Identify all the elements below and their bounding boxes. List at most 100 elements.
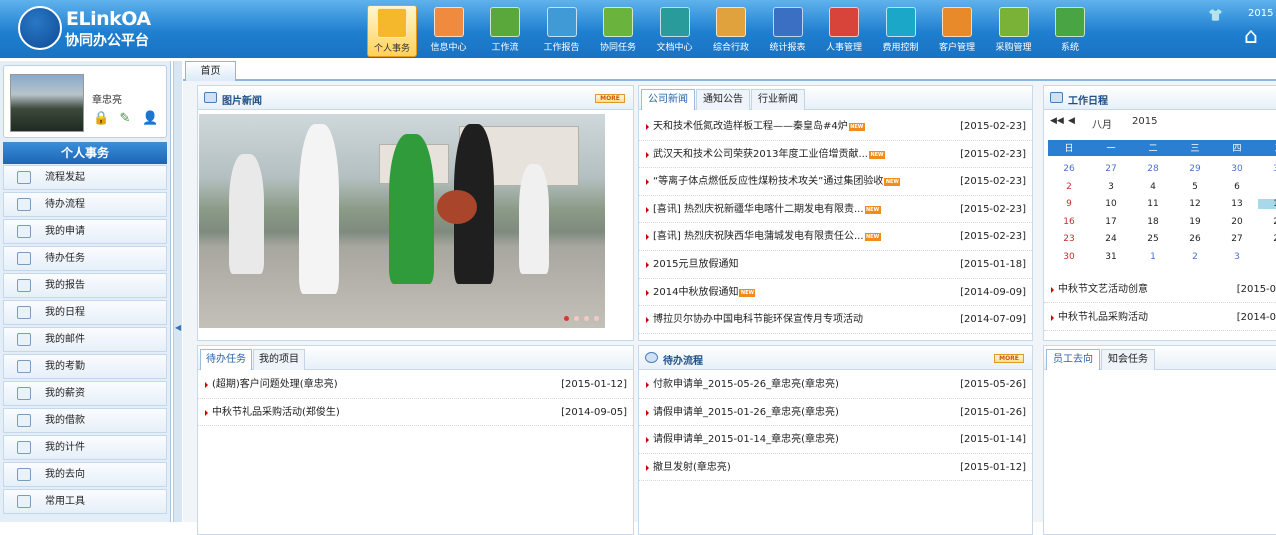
nav-item-9[interactable]: 人事管理 bbox=[819, 5, 869, 57]
nav-item-7[interactable]: 综合行政 bbox=[706, 5, 756, 57]
sidebar-collapse-handle[interactable]: ◀ bbox=[173, 61, 182, 522]
list-item[interactable]: 天和技术低氮改造样板工程——秦皇岛#4炉 NEW [2015-02-23] bbox=[639, 113, 1032, 141]
calendar-day[interactable]: 23 bbox=[1048, 234, 1090, 244]
list-item[interactable]: 武汉天和技术公司荣获2013年度工业倍增贡献... NEW [2015-02-23] bbox=[639, 141, 1032, 169]
user-icon[interactable]: 👤 bbox=[142, 112, 158, 126]
calendar-day[interactable]: 21 bbox=[1258, 217, 1276, 227]
nav-item-6[interactable]: 文档中心 bbox=[650, 5, 700, 57]
sidebar-item[interactable]: 待办任务 bbox=[3, 246, 167, 271]
sidebar-item[interactable]: 待办流程 bbox=[3, 192, 167, 217]
calendar-day[interactable]: 31 bbox=[1090, 252, 1132, 262]
tab-home[interactable]: 首页 bbox=[185, 61, 236, 81]
list-item[interactable]: [喜讯] 热烈庆祝新疆华电喀什二期发电有限责... NEW [2015-02-23] bbox=[639, 196, 1032, 224]
sidebar-item[interactable]: 我的去向 bbox=[3, 462, 167, 487]
slide-dot[interactable] bbox=[594, 316, 599, 321]
calendar-day[interactable]: 30 bbox=[1216, 164, 1258, 174]
tab-pending-tasks[interactable]: 待办任务 bbox=[200, 349, 252, 370]
tab-staff-whereabouts[interactable]: 员工去向 bbox=[1046, 349, 1100, 370]
calendar-day[interactable]: 19 bbox=[1174, 217, 1216, 227]
sidebar-item[interactable]: 我的考勤 bbox=[3, 354, 167, 379]
calendar-day[interactable]: 12 bbox=[1174, 199, 1216, 209]
sidebar-item[interactable]: 我的薪资 bbox=[3, 381, 167, 406]
calendar-day[interactable]: 28 bbox=[1132, 164, 1174, 174]
lock-icon[interactable]: 🔒 bbox=[93, 112, 109, 126]
calendar-day[interactable]: 13 bbox=[1216, 199, 1258, 209]
list-item[interactable]: 付款申请单_2015-05-26_章忠亮(章忠亮) [2015-05-26] bbox=[639, 371, 1032, 399]
sidebar-item[interactable]: 我的借款 bbox=[3, 408, 167, 433]
sidebar-item[interactable]: 我的日程 bbox=[3, 300, 167, 325]
nav-item-12[interactable]: 采购管理 bbox=[989, 5, 1039, 57]
nav-item-13[interactable]: 系统 bbox=[1045, 5, 1095, 57]
tab-company-news[interactable]: 公司新闻 bbox=[641, 89, 695, 110]
calendar-day[interactable]: 4 bbox=[1258, 252, 1276, 262]
calendar-day[interactable]: 16 bbox=[1048, 217, 1090, 227]
slide-dot[interactable] bbox=[564, 316, 569, 321]
calendar-day[interactable]: 25 bbox=[1132, 234, 1174, 244]
calendar-day[interactable]: 30 bbox=[1048, 252, 1090, 262]
list-item[interactable]: 撤旦发射(章忠亮) [2015-01-12] bbox=[639, 454, 1032, 482]
sidebar-item[interactable]: 我的报告 bbox=[3, 273, 167, 298]
prev-year-icon[interactable]: ◀◀ bbox=[1050, 116, 1064, 126]
nav-item-10[interactable]: 费用控制 bbox=[876, 5, 926, 57]
slide-dot[interactable] bbox=[584, 316, 589, 321]
calendar-day[interactable]: 5 bbox=[1174, 182, 1216, 192]
list-item[interactable]: (超期)客户问题处理(章忠亮) [2015-01-12] bbox=[198, 371, 633, 399]
calendar-day[interactable]: 4 bbox=[1132, 182, 1174, 192]
calendar-day[interactable]: 2 bbox=[1048, 182, 1090, 192]
calendar-month[interactable]: 八月 bbox=[1092, 116, 1112, 131]
sidebar-item[interactable]: 常用工具 bbox=[3, 489, 167, 514]
tab-notices[interactable]: 通知公告 bbox=[696, 89, 750, 110]
calendar-day[interactable]: 17 bbox=[1090, 217, 1132, 227]
list-item[interactable]: 中秋节礼品采购活动(郑俊生) [2014-09-05] bbox=[198, 399, 633, 427]
more-button[interactable]: MORE bbox=[994, 354, 1024, 363]
calendar-day[interactable]: 3 bbox=[1216, 252, 1258, 262]
list-item[interactable]: 2014中秋放假通知 NEW [2014-09-09] bbox=[639, 279, 1032, 307]
sidebar-item[interactable]: 流程发起 bbox=[3, 165, 167, 190]
prev-month-icon[interactable]: ◀ bbox=[1068, 116, 1075, 126]
calendar-day[interactable]: 11 bbox=[1132, 199, 1174, 209]
calendar-year[interactable]: 2015 bbox=[1132, 116, 1157, 127]
sidebar-item[interactable]: 我的计件 bbox=[3, 435, 167, 460]
edit-icon[interactable]: ✎ bbox=[118, 112, 132, 126]
nav-item-8[interactable]: 统计报表 bbox=[763, 5, 813, 57]
calendar-day[interactable]: 1 bbox=[1132, 252, 1174, 262]
home-icon[interactable]: ⌂ bbox=[1244, 26, 1258, 48]
list-item[interactable]: 请假申请单_2015-01-26_章忠亮(章忠亮) [2015-01-26] bbox=[639, 399, 1032, 427]
nav-item-3[interactable]: 工作流 bbox=[480, 5, 530, 57]
calendar-day[interactable]: 3 bbox=[1090, 182, 1132, 192]
sidebar-item[interactable]: 我的邮件 bbox=[3, 327, 167, 352]
nav-item-11[interactable]: 客户管理 bbox=[932, 5, 982, 57]
list-item[interactable]: 2015元旦放假通知 [2015-01-18] bbox=[639, 251, 1032, 279]
calendar-day[interactable]: 20 bbox=[1216, 217, 1258, 227]
news-photo[interactable] bbox=[199, 114, 605, 328]
nav-item-5[interactable]: 协同任务 bbox=[593, 5, 643, 57]
logo[interactable]: ELinkOA 协同办公平台 bbox=[18, 4, 168, 52]
nav-item-4[interactable]: 工作报告 bbox=[537, 5, 587, 57]
calendar-day[interactable]: 14 bbox=[1258, 199, 1276, 209]
sidebar-item[interactable]: 我的申请 bbox=[3, 219, 167, 244]
tab-industry-news[interactable]: 行业新闻 bbox=[751, 89, 805, 110]
calendar-day[interactable]: 6 bbox=[1216, 182, 1258, 192]
calendar-day[interactable]: 18 bbox=[1132, 217, 1174, 227]
list-item[interactable]: “等离子体点燃低反应性煤粉技术攻关”通过集团验收 NEW [2015-02-23] bbox=[639, 168, 1032, 196]
calendar-day[interactable]: 10 bbox=[1090, 199, 1132, 209]
calendar-day[interactable]: 7 bbox=[1258, 182, 1276, 192]
calendar-day[interactable]: 27 bbox=[1090, 164, 1132, 174]
calendar-day[interactable]: 26 bbox=[1048, 164, 1090, 174]
calendar-day[interactable]: 28 bbox=[1258, 234, 1276, 244]
list-item[interactable]: [喜讯] 热烈庆祝陕西华电蒲城发电有限责任公... NEW [2015-02-23] bbox=[639, 223, 1032, 251]
calendar-day[interactable]: 9 bbox=[1048, 199, 1090, 209]
calendar-day[interactable]: 2 bbox=[1174, 252, 1216, 262]
calendar-day[interactable]: 29 bbox=[1174, 164, 1216, 174]
slide-dot[interactable] bbox=[574, 316, 579, 321]
nav-item-2[interactable]: 信息中心 bbox=[424, 5, 474, 57]
tab-notify-tasks[interactable]: 知会任务 bbox=[1101, 349, 1155, 370]
more-button[interactable]: MORE bbox=[595, 94, 625, 103]
calendar-day[interactable]: 26 bbox=[1174, 234, 1216, 244]
calendar-day[interactable]: 31 bbox=[1258, 164, 1276, 174]
list-item[interactable]: 中秋节文艺活动创意 [2015-09- bbox=[1044, 276, 1276, 303]
list-item[interactable]: 博拉贝尔协办中国电科节能环保宣传月专项活动 [2014-07-09] bbox=[639, 306, 1032, 334]
skin-icon[interactable]: 👕 bbox=[1208, 8, 1223, 22]
list-item[interactable]: 中秋节礼品采购活动 [2014-09- bbox=[1044, 304, 1276, 331]
calendar-day[interactable]: 27 bbox=[1216, 234, 1258, 244]
